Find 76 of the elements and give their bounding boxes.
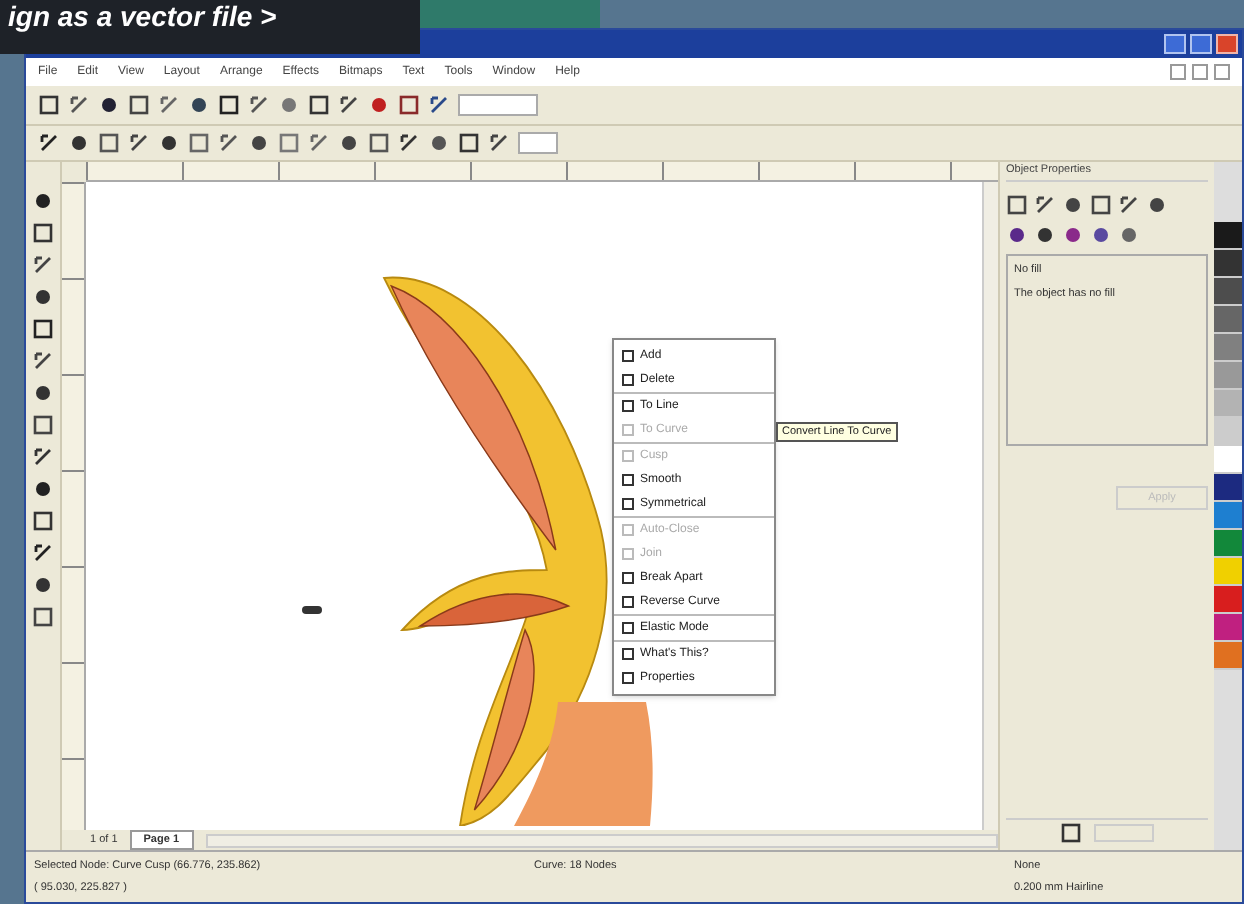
tool-icon[interactable] (1062, 224, 1084, 246)
tool-icon[interactable] (398, 132, 420, 154)
color-swatch[interactable] (1214, 362, 1242, 390)
tool-icon[interactable] (128, 132, 150, 154)
tool-icon[interactable] (248, 132, 270, 154)
tool-icon[interactable] (68, 94, 90, 116)
color-swatch[interactable] (1214, 614, 1242, 642)
tool-icon[interactable] (218, 132, 240, 154)
tool-icon[interactable] (338, 132, 360, 154)
tool-icon[interactable] (338, 94, 360, 116)
node-mark (302, 606, 322, 614)
tool-icon[interactable] (32, 510, 54, 532)
tool-icon[interactable] (1060, 822, 1082, 844)
maximize-button[interactable] (1190, 34, 1212, 54)
tool-icon[interactable] (1090, 224, 1112, 246)
nudge-field[interactable] (518, 132, 558, 154)
color-swatch[interactable] (1214, 474, 1242, 502)
tool-icon[interactable] (32, 542, 54, 564)
tool-icon[interactable] (308, 94, 330, 116)
lower-wing-drawing (514, 702, 658, 826)
tool-icon[interactable] (1118, 194, 1140, 216)
tool-icon[interactable] (32, 286, 54, 308)
tool-icon[interactable] (98, 94, 120, 116)
tool-icon[interactable] (32, 382, 54, 404)
color-swatch[interactable] (1214, 586, 1242, 614)
tool-icon[interactable] (32, 254, 54, 276)
tool-icon[interactable] (398, 94, 420, 116)
tool-icon[interactable] (1034, 194, 1056, 216)
minimize-button[interactable] (1170, 64, 1186, 80)
node-tool-icon (622, 622, 634, 634)
color-swatch[interactable] (1214, 250, 1242, 278)
tool-icon[interactable] (428, 132, 450, 154)
tool-icon[interactable] (1062, 194, 1084, 216)
color-swatch[interactable] (1214, 446, 1242, 474)
tool-icon[interactable] (32, 446, 54, 468)
tool-icon[interactable] (128, 94, 150, 116)
tool-icon[interactable] (32, 190, 54, 212)
tool-icon[interactable] (32, 318, 54, 340)
color-swatch[interactable] (1214, 334, 1242, 362)
color-swatch[interactable] (1214, 502, 1242, 530)
tool-icon[interactable] (1146, 194, 1168, 216)
tool-icon[interactable] (428, 94, 450, 116)
tool-icon[interactable] (98, 132, 120, 154)
tool-icon[interactable] (188, 94, 210, 116)
tool-icon[interactable] (1006, 194, 1028, 216)
tool-icon[interactable] (1006, 224, 1028, 246)
tool-icon[interactable] (158, 132, 180, 154)
tool-icon[interactable] (32, 606, 54, 628)
tool-icon[interactable] (248, 94, 270, 116)
tool-icon[interactable] (458, 132, 480, 154)
color-swatch[interactable] (1214, 390, 1242, 418)
caption-banner: ign as a vector file > (0, 0, 420, 54)
color-swatch[interactable] (1214, 530, 1242, 558)
tool-icon[interactable] (488, 132, 510, 154)
color-swatch[interactable] (1214, 306, 1242, 334)
tool-icon[interactable] (1034, 224, 1056, 246)
tool-icon[interactable] (368, 132, 390, 154)
tool-icon[interactable] (218, 94, 240, 116)
vertical-scrollbar[interactable] (982, 182, 998, 830)
tool-icon[interactable] (32, 574, 54, 596)
color-swatch[interactable] (1214, 222, 1242, 250)
color-swatch[interactable] (1214, 418, 1242, 446)
tool-icon[interactable] (38, 94, 60, 116)
color-swatch[interactable] (1214, 642, 1242, 670)
tool-icon[interactable] (68, 132, 90, 154)
tool-icon[interactable] (1090, 194, 1112, 216)
color-swatch[interactable] (1214, 278, 1242, 306)
tool-icon[interactable] (32, 222, 54, 244)
horizontal-scrollbar[interactable] (205, 833, 998, 847)
color-swatch[interactable] (1214, 558, 1242, 586)
tool-icon[interactable] (32, 350, 54, 372)
tool-icon[interactable] (38, 132, 60, 154)
tool-icon[interactable] (32, 414, 54, 436)
restore-button[interactable] (1192, 64, 1208, 80)
tool-icon[interactable] (32, 478, 54, 500)
close-button[interactable] (1214, 64, 1230, 80)
